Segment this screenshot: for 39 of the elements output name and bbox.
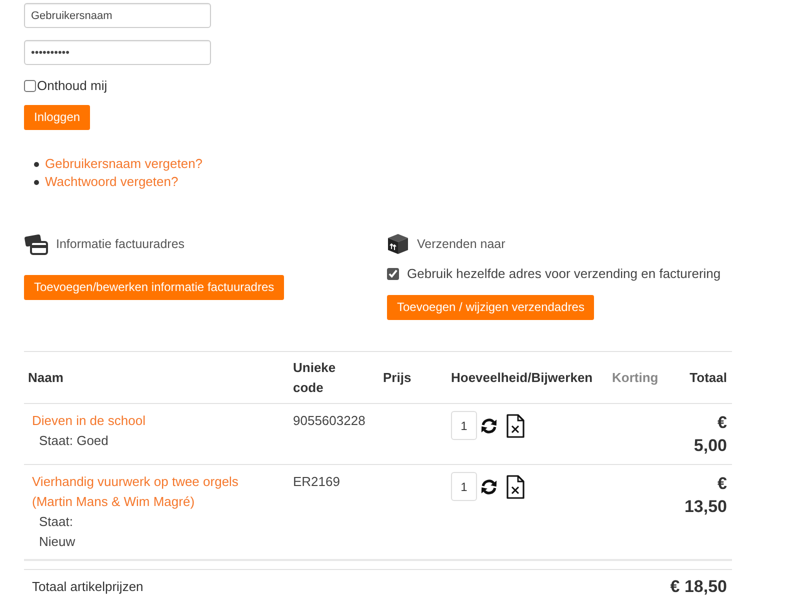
product-code: ER2169 bbox=[293, 474, 340, 489]
same-address-label: Gebruik hezelfde adres voor verzending en facturering bbox=[407, 265, 721, 284]
product-link[interactable]: Vierhandig vuurwerk op twee orgels (Martin Mans & Wim Magré) bbox=[32, 472, 276, 512]
section-title: Verzenden naar bbox=[417, 236, 506, 253]
edit-billing-button[interactable]: Toevoegen/bewerken informatie factuuradres bbox=[24, 275, 284, 300]
file-x-icon[interactable] bbox=[506, 414, 525, 438]
column-header: Unieke code bbox=[293, 358, 336, 396]
quantity-field[interactable]: 1 bbox=[451, 472, 477, 501]
remember-label: Onthoud mij bbox=[37, 77, 108, 96]
file-x-icon[interactable] bbox=[506, 474, 525, 498]
condition-text: Staat: Goed bbox=[39, 432, 108, 450]
line-total: € 13,50 bbox=[684, 473, 727, 518]
refresh-icon[interactable] bbox=[480, 416, 498, 434]
bullet-icon bbox=[34, 180, 39, 184]
username-field[interactable]: Gebruikersnaam bbox=[24, 3, 211, 28]
package-icon bbox=[387, 233, 409, 255]
column-header: Totaal bbox=[690, 368, 727, 386]
credit-card-icon bbox=[24, 234, 48, 254]
column-header: Korting bbox=[612, 368, 658, 387]
bullet-icon bbox=[34, 162, 39, 166]
section-title: Informatie factuuradres bbox=[56, 236, 185, 253]
line-total: € 5,00 bbox=[694, 412, 727, 457]
column-header: Naam bbox=[28, 368, 64, 386]
product-link[interactable]: Dieven in de school bbox=[32, 411, 146, 431]
login-button[interactable]: Inloggen bbox=[24, 105, 90, 130]
same-address-checkbox[interactable] bbox=[387, 268, 399, 280]
refresh-icon[interactable] bbox=[480, 478, 498, 496]
password-field[interactable]: •••••••••• bbox=[24, 40, 211, 65]
column-header: Hoeveelheid/Bijwerken bbox=[451, 368, 593, 387]
edit-shipping-button[interactable]: Toevoegen / wijzigen verzendadres bbox=[387, 295, 594, 320]
forgot-link[interactable]: Gebruikersnaam vergeten? bbox=[45, 155, 203, 173]
forgot-link[interactable]: Wachtwoord vergeten? bbox=[45, 173, 178, 191]
product-code: 9055603228 bbox=[293, 413, 366, 428]
column-header: Prijs bbox=[383, 368, 412, 387]
condition-text: Staat: Nieuw bbox=[39, 513, 76, 551]
subtotal-label: Totaal artikelprijzen bbox=[32, 578, 144, 596]
remember-checkbox[interactable] bbox=[24, 80, 36, 92]
quantity-field[interactable]: 1 bbox=[451, 411, 477, 440]
subtotal-value: € 18,50 bbox=[670, 577, 727, 597]
